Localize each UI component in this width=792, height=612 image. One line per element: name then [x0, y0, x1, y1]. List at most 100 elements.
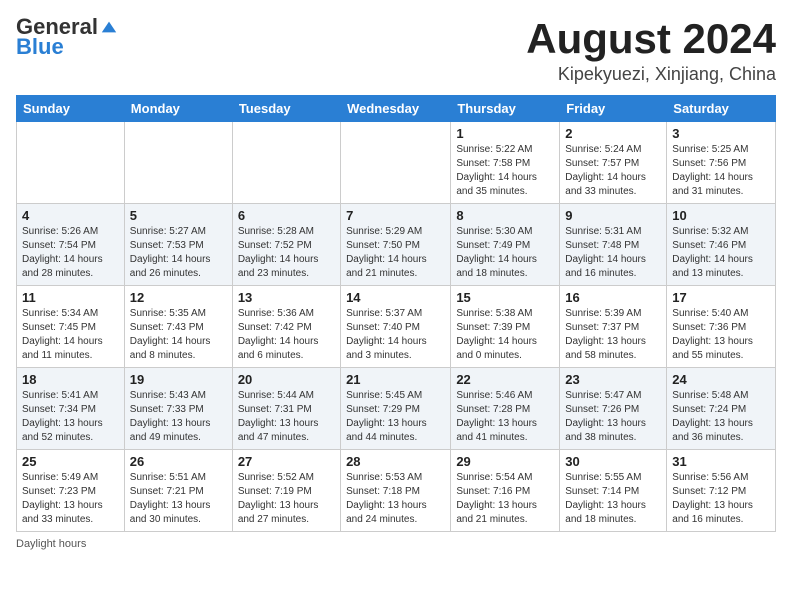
calendar-cell: 20 Sunrise: 5:44 AM Sunset: 7:31 PM Dayli…: [232, 368, 340, 450]
calendar-cell: 19 Sunrise: 5:43 AM Sunset: 7:33 PM Dayli…: [124, 368, 232, 450]
day-number: 7: [346, 208, 445, 223]
day-info: Sunrise: 5:25 AM Sunset: 7:56 PM Dayligh…: [672, 143, 770, 199]
column-header-monday: Monday: [124, 96, 232, 122]
calendar-cell: 28 Sunrise: 5:53 AM Sunset: 7:18 PM Dayli…: [341, 450, 451, 532]
day-number: 30: [565, 454, 661, 469]
day-number: 16: [565, 290, 661, 305]
day-number: 31: [672, 454, 770, 469]
calendar-cell: [232, 122, 340, 204]
day-info: Sunrise: 5:48 AM Sunset: 7:24 PM Dayligh…: [672, 389, 770, 445]
calendar-cell: 7 Sunrise: 5:29 AM Sunset: 7:50 PM Daylig…: [341, 204, 451, 286]
day-number: 9: [565, 208, 661, 223]
day-info: Sunrise: 5:47 AM Sunset: 7:26 PM Dayligh…: [565, 389, 661, 445]
day-number: 15: [456, 290, 554, 305]
calendar-cell: 27Sunrise: 5:52 AM Sunset: 7:19 PM Dayli…: [232, 450, 340, 532]
day-number: 13: [238, 290, 335, 305]
day-info: Sunrise: 5:36 AM Sunset: 7:42 PM Dayligh…: [238, 307, 335, 363]
day-info: Sunrise: 5:24 AM Sunset: 7:57 PM Dayligh…: [565, 143, 661, 199]
header-row: SundayMondayTuesdayWednesdayThursdayFrid…: [17, 96, 776, 122]
day-info: Sunrise: 5:56 AM Sunset: 7:12 PM Dayligh…: [672, 471, 770, 527]
day-number: 25: [22, 454, 119, 469]
location-title: Kipekyuezi, Xinjiang, China: [526, 64, 776, 85]
day-number: 24: [672, 372, 770, 387]
calendar-table: SundayMondayTuesdayWednesdayThursdayFrid…: [16, 95, 776, 532]
week-row-1: 1 Sunrise: 5:22 AM Sunset: 7:58 PM Daylig…: [17, 122, 776, 204]
day-number: 19: [130, 372, 227, 387]
day-number: 29: [456, 454, 554, 469]
day-number: 26: [130, 454, 227, 469]
calendar-cell: 2 Sunrise: 5:24 AM Sunset: 7:57 PM Daylig…: [560, 122, 667, 204]
day-info: Sunrise: 5:44 AM Sunset: 7:31 PM Dayligh…: [238, 389, 335, 445]
day-number: 27: [238, 454, 335, 469]
day-info: Sunrise: 5:41 AM Sunset: 7:34 PM Dayligh…: [22, 389, 119, 445]
calendar-cell: 25 Sunrise: 5:49 AM Sunset: 7:23 PM Dayli…: [17, 450, 125, 532]
calendar-cell: [341, 122, 451, 204]
day-number: 4: [22, 208, 119, 223]
day-number: 5: [130, 208, 227, 223]
week-row-3: 11 Sunrise: 5:34 AM Sunset: 7:45 PM Dayli…: [17, 286, 776, 368]
calendar-cell: 15Sunrise: 5:38 AM Sunset: 7:39 PM Dayli…: [451, 286, 560, 368]
day-info: Sunrise: 5:46 AM Sunset: 7:28 PM Dayligh…: [456, 389, 554, 445]
column-header-friday: Friday: [560, 96, 667, 122]
day-info: Sunrise: 5:40 AM Sunset: 7:36 PM Dayligh…: [672, 307, 770, 363]
week-row-2: 4 Sunrise: 5:26 AM Sunset: 7:54 PM Daylig…: [17, 204, 776, 286]
column-header-sunday: Sunday: [17, 96, 125, 122]
calendar-cell: 6 Sunrise: 5:28 AM Sunset: 7:52 PM Daylig…: [232, 204, 340, 286]
logo-blue-text: Blue: [16, 34, 64, 60]
day-info: Sunrise: 5:35 AM Sunset: 7:43 PM Dayligh…: [130, 307, 227, 363]
day-info: Sunrise: 5:32 AM Sunset: 7:46 PM Dayligh…: [672, 225, 770, 281]
calendar-cell: 9 Sunrise: 5:31 AM Sunset: 7:48 PM Daylig…: [560, 204, 667, 286]
calendar-cell: 26 Sunrise: 5:51 AM Sunset: 7:21 PM Dayli…: [124, 450, 232, 532]
day-info: Sunrise: 5:55 AM Sunset: 7:14 PM Dayligh…: [565, 471, 661, 527]
calendar-cell: 22 Sunrise: 5:46 AM Sunset: 7:28 PM Dayli…: [451, 368, 560, 450]
day-info: Sunrise: 5:31 AM Sunset: 7:48 PM Dayligh…: [565, 225, 661, 281]
calendar-cell: 10Sunrise: 5:32 AM Sunset: 7:46 PM Dayli…: [667, 204, 776, 286]
day-info: Sunrise: 5:26 AM Sunset: 7:54 PM Dayligh…: [22, 225, 119, 281]
day-info: Sunrise: 5:22 AM Sunset: 7:58 PM Dayligh…: [456, 143, 554, 199]
calendar-cell: [124, 122, 232, 204]
day-number: 21: [346, 372, 445, 387]
day-info: Sunrise: 5:37 AM Sunset: 7:40 PM Dayligh…: [346, 307, 445, 363]
calendar-cell: 16 Sunrise: 5:39 AM Sunset: 7:37 PM Dayli…: [560, 286, 667, 368]
calendar-cell: 21Sunrise: 5:45 AM Sunset: 7:29 PM Dayli…: [341, 368, 451, 450]
column-header-saturday: Saturday: [667, 96, 776, 122]
calendar-cell: 31 Sunrise: 5:56 AM Sunset: 7:12 PM Dayli…: [667, 450, 776, 532]
day-number: 23: [565, 372, 661, 387]
day-info: Sunrise: 5:54 AM Sunset: 7:16 PM Dayligh…: [456, 471, 554, 527]
day-info: Sunrise: 5:34 AM Sunset: 7:45 PM Dayligh…: [22, 307, 119, 363]
day-number: 20: [238, 372, 335, 387]
day-info: Sunrise: 5:39 AM Sunset: 7:37 PM Dayligh…: [565, 307, 661, 363]
calendar-cell: 8Sunrise: 5:30 AM Sunset: 7:49 PM Daylig…: [451, 204, 560, 286]
calendar-cell: 4 Sunrise: 5:26 AM Sunset: 7:54 PM Daylig…: [17, 204, 125, 286]
day-info: Sunrise: 5:28 AM Sunset: 7:52 PM Dayligh…: [238, 225, 335, 281]
column-header-tuesday: Tuesday: [232, 96, 340, 122]
day-number: 22: [456, 372, 554, 387]
day-info: Sunrise: 5:51 AM Sunset: 7:21 PM Dayligh…: [130, 471, 227, 527]
week-row-5: 25 Sunrise: 5:49 AM Sunset: 7:23 PM Dayli…: [17, 450, 776, 532]
day-info: Sunrise: 5:30 AM Sunset: 7:49 PM Dayligh…: [456, 225, 554, 281]
day-number: 3: [672, 126, 770, 141]
calendar-cell: 24 Sunrise: 5:48 AM Sunset: 7:24 PM Dayli…: [667, 368, 776, 450]
day-number: 1: [456, 126, 554, 141]
day-number: 17: [672, 290, 770, 305]
day-info: Sunrise: 5:27 AM Sunset: 7:53 PM Dayligh…: [130, 225, 227, 281]
day-info: Sunrise: 5:49 AM Sunset: 7:23 PM Dayligh…: [22, 471, 119, 527]
day-number: 28: [346, 454, 445, 469]
day-number: 18: [22, 372, 119, 387]
day-number: 2: [565, 126, 661, 141]
calendar-cell: 1 Sunrise: 5:22 AM Sunset: 7:58 PM Daylig…: [451, 122, 560, 204]
week-row-4: 18 Sunrise: 5:41 AM Sunset: 7:34 PM Dayli…: [17, 368, 776, 450]
day-number: 12: [130, 290, 227, 305]
day-info: Sunrise: 5:43 AM Sunset: 7:33 PM Dayligh…: [130, 389, 227, 445]
day-number: 14: [346, 290, 445, 305]
footer-note: Daylight hours: [16, 538, 776, 550]
day-info: Sunrise: 5:29 AM Sunset: 7:50 PM Dayligh…: [346, 225, 445, 281]
page-header: General Blue August 2024 Kipekyuezi, Xin…: [16, 16, 776, 85]
day-info: Sunrise: 5:53 AM Sunset: 7:18 PM Dayligh…: [346, 471, 445, 527]
day-number: 11: [22, 290, 119, 305]
calendar-cell: 3 Sunrise: 5:25 AM Sunset: 7:56 PM Daylig…: [667, 122, 776, 204]
calendar-cell: 13 Sunrise: 5:36 AM Sunset: 7:42 PM Dayli…: [232, 286, 340, 368]
day-number: 6: [238, 208, 335, 223]
calendar-cell: 30 Sunrise: 5:55 AM Sunset: 7:14 PM Dayli…: [560, 450, 667, 532]
calendar-cell: 23 Sunrise: 5:47 AM Sunset: 7:26 PM Dayli…: [560, 368, 667, 450]
